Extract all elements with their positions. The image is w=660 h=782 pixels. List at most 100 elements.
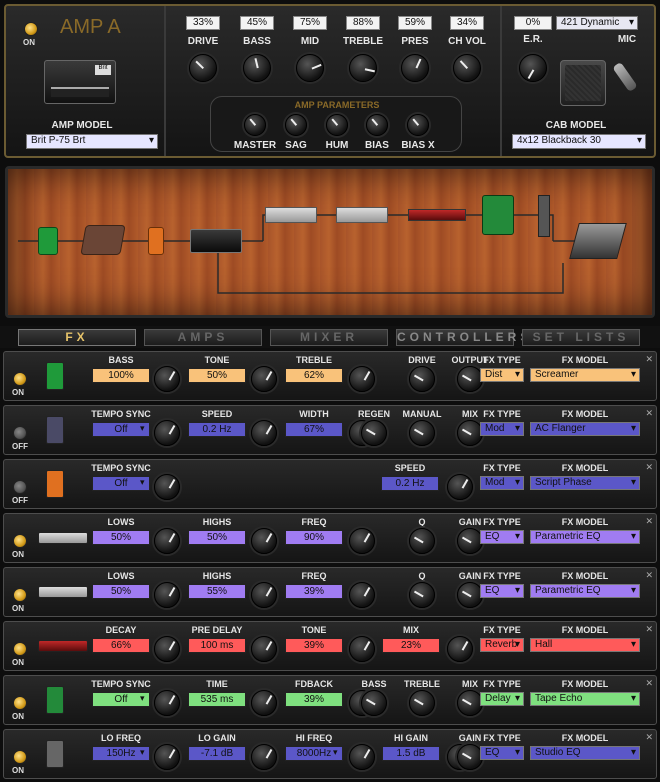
- amp-param-knob[interactable]: [366, 114, 388, 136]
- fx-model-select[interactable]: Tape Echo: [530, 692, 640, 706]
- green-pedal-icon[interactable]: [38, 227, 58, 255]
- close-icon[interactable]: ✕: [645, 462, 653, 473]
- cab-model-select[interactable]: 4x12 Blackback 30: [512, 134, 646, 149]
- tab-mixer[interactable]: MIXER: [270, 329, 388, 346]
- fx-model-select[interactable]: AC Flanger: [530, 422, 640, 436]
- close-icon[interactable]: ✕: [645, 732, 653, 743]
- fx-param-value[interactable]: 39%: [285, 638, 343, 653]
- fx-param-knob[interactable]: [409, 420, 435, 446]
- amp-param-knob[interactable]: [285, 114, 307, 136]
- mic-select[interactable]: 421 Dynamic: [556, 16, 638, 30]
- amp-head-chain-icon[interactable]: [190, 229, 242, 253]
- fx-param-value[interactable]: 67%: [285, 422, 343, 437]
- amp-knob-mid[interactable]: [296, 54, 324, 82]
- fx-power-led[interactable]: [13, 696, 27, 710]
- close-icon[interactable]: ✕: [645, 570, 653, 581]
- fx-param-value[interactable]: 90%: [285, 530, 343, 545]
- fx-param-value[interactable]: 0.2 Hz: [188, 422, 246, 437]
- fx-param-knob[interactable]: [409, 366, 435, 392]
- close-icon[interactable]: ✕: [645, 624, 653, 635]
- rack-eq-2-icon[interactable]: [336, 207, 388, 223]
- tab-controllers[interactable]: CONTROLLERS: [396, 329, 528, 346]
- amp-knob-pres[interactable]: [401, 54, 429, 82]
- fx-param-value[interactable]: 62%: [285, 368, 343, 383]
- amp-param-knob[interactable]: [407, 114, 429, 136]
- fx-param-knob[interactable]: [154, 420, 180, 446]
- fx-model-select[interactable]: Parametric EQ: [530, 530, 640, 544]
- fx-type-select[interactable]: Delay: [480, 692, 524, 706]
- fx-param-knob[interactable]: [447, 474, 473, 500]
- fx-model-select[interactable]: Script Phase: [530, 476, 640, 490]
- mixer-icon[interactable]: [569, 223, 627, 259]
- fx-param-value[interactable]: 55%: [188, 584, 246, 599]
- fx-power-led[interactable]: [13, 588, 27, 602]
- fx-param-value[interactable]: 50%: [92, 584, 150, 599]
- fx-param-knob[interactable]: [409, 690, 435, 716]
- fx-param-knob[interactable]: [154, 690, 180, 716]
- fx-model-select[interactable]: Hall: [530, 638, 640, 652]
- fx-param-value[interactable]: -7.1 dB: [188, 746, 246, 761]
- phaser-pedal-icon[interactable]: [148, 227, 164, 255]
- fx-param-knob[interactable]: [251, 744, 277, 770]
- fx-param-knob[interactable]: [251, 420, 277, 446]
- fx-param-value[interactable]: 39%: [285, 584, 343, 599]
- fx-param-knob[interactable]: [409, 528, 435, 554]
- amp-knob-value-bass[interactable]: 45%: [240, 16, 274, 30]
- fx-power-led[interactable]: [13, 372, 27, 386]
- rack-eq-1-icon[interactable]: [265, 207, 317, 223]
- close-icon[interactable]: ✕: [645, 354, 653, 365]
- fx-param-knob[interactable]: [349, 366, 375, 392]
- amp-knob-ch-vol[interactable]: [453, 54, 481, 82]
- fx-type-select[interactable]: EQ: [480, 530, 524, 544]
- fx-param-value[interactable]: 50%: [92, 530, 150, 545]
- fx-param-knob[interactable]: [349, 744, 375, 770]
- fx-type-select[interactable]: Mod: [480, 422, 524, 436]
- close-icon[interactable]: ✕: [645, 516, 653, 527]
- studio-eq-icon[interactable]: [538, 195, 550, 237]
- amp-power-led[interactable]: [24, 22, 38, 36]
- fx-param-value[interactable]: 50%: [188, 368, 246, 383]
- fx-model-select[interactable]: Studio EQ: [530, 746, 640, 760]
- amp-knob-value-pres[interactable]: 59%: [398, 16, 432, 30]
- fx-power-led[interactable]: [13, 750, 27, 764]
- fx-power-led[interactable]: [13, 480, 27, 494]
- amp-knob-bass[interactable]: [243, 54, 271, 82]
- fx-param-value[interactable]: 50%: [188, 530, 246, 545]
- tab-amps[interactable]: AMPS: [144, 329, 262, 346]
- fx-param-knob[interactable]: [349, 636, 375, 662]
- fx-param-knob[interactable]: [251, 636, 277, 662]
- fx-power-led[interactable]: [13, 426, 27, 440]
- er-value[interactable]: 0%: [514, 16, 552, 30]
- fx-type-select[interactable]: EQ: [480, 584, 524, 598]
- fx-param-knob[interactable]: [349, 582, 375, 608]
- amp-knob-value-drive[interactable]: 33%: [186, 16, 220, 30]
- fx-param-knob[interactable]: [154, 528, 180, 554]
- fx-param-knob[interactable]: [361, 420, 387, 446]
- fx-param-knob[interactable]: [154, 582, 180, 608]
- fx-param-value[interactable]: 39%: [285, 692, 343, 707]
- fx-type-select[interactable]: EQ: [480, 746, 524, 760]
- flanger-pedal-icon[interactable]: [80, 225, 126, 255]
- fx-param-knob[interactable]: [154, 366, 180, 392]
- fx-power-led[interactable]: [13, 642, 27, 656]
- amp-knob-value-treble[interactable]: 88%: [346, 16, 380, 30]
- fx-param-knob[interactable]: [409, 582, 435, 608]
- tab-fx[interactable]: FX: [18, 329, 136, 346]
- fx-param-knob[interactable]: [349, 528, 375, 554]
- fx-param-knob[interactable]: [154, 636, 180, 662]
- fx-param-knob[interactable]: [154, 744, 180, 770]
- fx-type-select[interactable]: Dist: [480, 368, 524, 382]
- fx-param-knob[interactable]: [251, 528, 277, 554]
- fx-model-select[interactable]: Parametric EQ: [530, 584, 640, 598]
- fx-param-knob[interactable]: [154, 474, 180, 500]
- fx-param-value[interactable]: 100 ms: [188, 638, 246, 653]
- rack-reverb-icon[interactable]: [408, 209, 466, 221]
- amp-knob-treble[interactable]: [349, 54, 377, 82]
- close-icon[interactable]: ✕: [645, 678, 653, 689]
- fx-param-value[interactable]: 535 ms: [188, 692, 246, 707]
- fx-param-knob[interactable]: [447, 636, 473, 662]
- fx-type-select[interactable]: Reverb: [480, 638, 524, 652]
- amp-model-select[interactable]: Brit P-75 Brt: [26, 134, 158, 149]
- close-icon[interactable]: ✕: [645, 408, 653, 419]
- fx-param-knob[interactable]: [361, 690, 387, 716]
